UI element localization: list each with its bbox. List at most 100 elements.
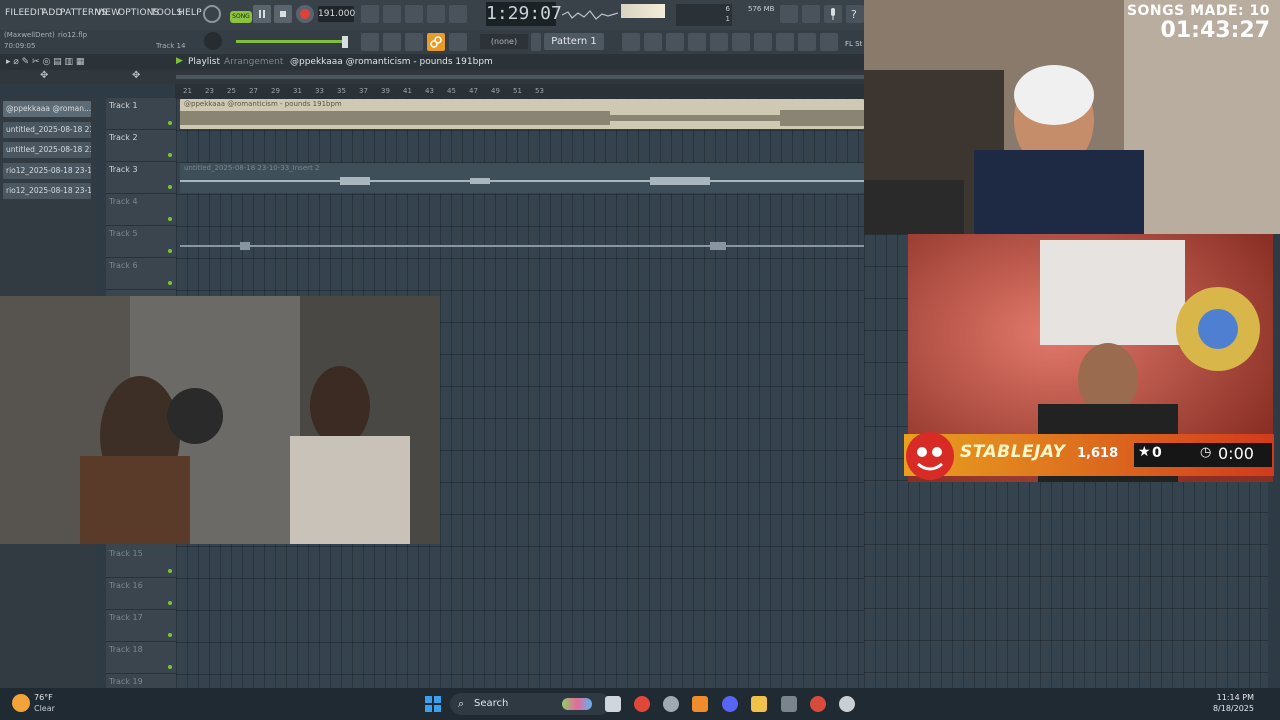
pause-button[interactable]: [253, 5, 271, 23]
track-header[interactable]: Track 1: [106, 98, 176, 130]
song-time-display[interactable]: 1:29:07: [486, 2, 562, 26]
picker-item[interactable]: rio12_2025-08-18 23-12...: [3, 163, 91, 179]
crosshair-icon[interactable]: ✥: [132, 70, 140, 81]
weather-icon[interactable]: [12, 694, 30, 712]
plugin-button[interactable]: [754, 33, 772, 51]
track-header[interactable]: Track 16: [106, 578, 176, 610]
track-header[interactable]: Track 5: [106, 226, 176, 258]
draw-tool-button[interactable]: [405, 33, 423, 51]
clock-date[interactable]: 8/18/2025: [1213, 704, 1254, 713]
channel-button[interactable]: [688, 33, 706, 51]
pattern-arrow[interactable]: [531, 33, 541, 51]
audio-clip-5[interactable]: [180, 228, 864, 258]
speaker-button[interactable]: [798, 33, 816, 51]
stamp-button[interactable]: [449, 33, 467, 51]
plugin-picker-button[interactable]: [732, 33, 750, 51]
ruler-tick: 49: [491, 87, 500, 95]
play-icon[interactable]: ▶: [176, 56, 183, 66]
track-header[interactable]: Track 15: [106, 546, 176, 578]
chrome-icon[interactable]: [634, 696, 650, 712]
menu-file[interactable]: FILE: [5, 8, 24, 18]
picker-item[interactable]: rio12_2025-08-18 23-13...: [3, 183, 91, 199]
stop-button[interactable]: [274, 5, 292, 23]
wait-input-button[interactable]: [383, 5, 401, 23]
undo-history-button[interactable]: [780, 5, 798, 23]
playlist-mode[interactable]: Arrangement: [224, 57, 283, 67]
chrome-profile-icon[interactable]: [810, 696, 826, 712]
track-header[interactable]: Track 18: [106, 642, 176, 674]
master-pitch-slider[interactable]: [236, 40, 346, 43]
svg-text:?: ?: [851, 8, 857, 21]
ruler-tick: 39: [381, 87, 390, 95]
menu-view[interactable]: VIEW: [96, 8, 120, 18]
brush-button[interactable]: [776, 33, 794, 51]
audio-clip-3[interactable]: untitled_2025-08-18 23-10-33_Insert 2: [180, 163, 864, 193]
weather-temp[interactable]: 76°F: [34, 693, 53, 702]
timeline-ruler[interactable]: 21 23 25 27 29 31 33 35 37 39 41 43 45 47 49 51 53: [175, 84, 864, 98]
menu-help[interactable]: HELP: [178, 8, 202, 18]
playlist-grid-extended[interactable]: [864, 480, 1268, 688]
master-volume-knob[interactable]: [203, 5, 221, 23]
follower-count: 1,618: [1077, 446, 1119, 461]
record-button[interactable]: [296, 5, 314, 23]
song-mode-button[interactable]: SONG: [230, 11, 252, 23]
studio-scene: [0, 296, 440, 544]
track-header[interactable]: Track 19: [106, 674, 176, 689]
playlist-grid-extended[interactable]: [864, 234, 908, 480]
playlist-button[interactable]: [622, 33, 640, 51]
obs-icon[interactable]: [663, 696, 679, 712]
clip-waveform: [180, 177, 864, 185]
fl-studio-icon[interactable]: [692, 696, 708, 712]
tempo-display[interactable]: 191.000: [318, 6, 355, 22]
track-header[interactable]: Track 17: [106, 610, 176, 642]
ruler-tick: 27: [249, 87, 258, 95]
snap-select[interactable]: (none): [480, 34, 528, 49]
picker-item[interactable]: untitled_2025-08-18 23-...: [3, 142, 91, 158]
question-icon: ?: [851, 8, 857, 21]
settings-button[interactable]: [820, 33, 838, 51]
track-header[interactable]: Track 2: [106, 130, 176, 162]
menu-bar: FILE EDIT ADD PATTERNS VIEW OPTIONS TOOL…: [0, 0, 864, 30]
taskbar-search[interactable]: ⌕ Search: [450, 693, 610, 715]
mic-button[interactable]: [824, 5, 842, 23]
picker-item[interactable]: untitled_2025-08-18 23-...: [3, 122, 91, 138]
ruler-tick: 51: [513, 87, 522, 95]
move-icon[interactable]: ✥: [40, 70, 48, 81]
step-edit-button[interactable]: [427, 5, 445, 23]
discord-icon[interactable]: [722, 696, 738, 712]
clock-time[interactable]: 11:14 PM: [1217, 693, 1254, 702]
blend-notes-button[interactable]: [449, 5, 467, 23]
app-icon[interactable]: [781, 696, 797, 712]
metronome-button[interactable]: [361, 5, 379, 23]
slider-handle[interactable]: [342, 36, 348, 48]
link-button[interactable]: [427, 33, 445, 51]
media-player-icon[interactable]: [839, 696, 855, 712]
track-header[interactable]: Track 4: [106, 194, 176, 226]
horizontal-scrollbar[interactable]: [176, 75, 864, 79]
ruler-tick: 23: [205, 87, 214, 95]
track-header[interactable]: Track 3: [106, 162, 176, 194]
clip-waveform: [180, 242, 864, 250]
pattern-selector[interactable]: Pattern 1: [544, 33, 604, 50]
picker-item[interactable]: @ppekkaaa @roman...: [3, 101, 91, 117]
help-button[interactable]: ?: [846, 5, 864, 23]
browser-button[interactable]: [710, 33, 728, 51]
tool-icons[interactable]: ▸ ⌀ ✎ ✂ ◎ ▤ ▥ ▦: [6, 57, 84, 67]
pitch-knob[interactable]: [204, 32, 222, 50]
songs-made-label: SONGS MADE: 10: [1126, 3, 1270, 19]
task-view-icon[interactable]: [605, 696, 621, 712]
mixer-button[interactable]: [666, 33, 684, 51]
audio-clip-1[interactable]: @ppekkaaa @romanticism - pounds 191bpm: [180, 99, 864, 129]
track-header[interactable]: Track 6: [106, 258, 176, 290]
countdown-button[interactable]: [405, 5, 423, 23]
weather-condition[interactable]: Clear: [34, 704, 55, 713]
windows-taskbar: 76°F Clear ⌕ Search 11:14 PM 8/18/2025: [0, 688, 1280, 720]
close-button[interactable]: [802, 5, 820, 23]
file-explorer-icon[interactable]: [751, 696, 767, 712]
songs-timer: 01:43:27: [1160, 18, 1270, 43]
arrow-button[interactable]: [383, 33, 401, 51]
channel-rack-button[interactable]: [644, 33, 662, 51]
piano-roll-button[interactable]: [361, 33, 379, 51]
windows-start-icon[interactable]: [425, 696, 441, 712]
browser-label: FL St: [845, 40, 863, 48]
